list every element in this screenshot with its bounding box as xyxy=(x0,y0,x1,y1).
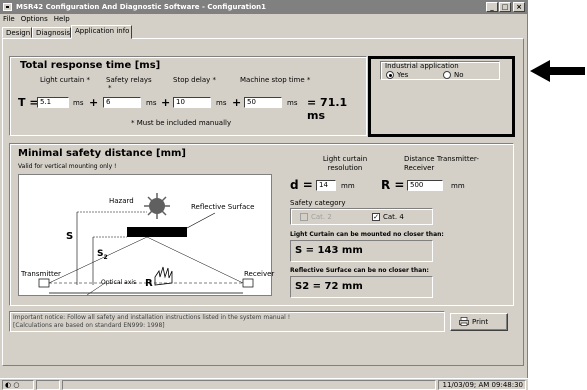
curtain-note: Light Curtain can be mounted no closer t… xyxy=(290,231,444,238)
industrial-group: Industrial application Yes No xyxy=(380,61,500,80)
menu-file[interactable]: File xyxy=(0,14,18,25)
tab-content: Total response time [ms] Light curtain *… xyxy=(2,38,524,366)
hazard-icon xyxy=(144,193,170,219)
app-icon xyxy=(3,3,12,11)
plus-sign-2: + xyxy=(161,96,171,109)
stop-delay-input[interactable]: 10 xyxy=(173,97,211,108)
response-time-title: Total response time [ms] xyxy=(20,60,161,71)
reflective-pointer xyxy=(186,212,216,229)
notice-box: Important notice: Follow all safety and … xyxy=(9,311,445,332)
maximize-button[interactable]: □ xyxy=(499,2,511,12)
unit-ms-2: ms xyxy=(146,99,157,107)
reflective-surface-bar xyxy=(127,227,187,237)
menu-help[interactable]: Help xyxy=(51,14,73,25)
category-label: Safety category xyxy=(290,199,346,207)
stop-delay-label: Stop delay * xyxy=(173,76,216,84)
receiver-label: Receiver xyxy=(244,270,275,278)
menu-bar: File Options Help xyxy=(0,14,528,25)
category-group: Cat. 2 ✓ Cat. 4 xyxy=(290,208,433,225)
minimize-button[interactable]: _ xyxy=(486,2,498,12)
r-symbol: R xyxy=(145,278,153,289)
radio-no[interactable] xyxy=(443,71,451,79)
s-symbol: S xyxy=(66,231,74,242)
safety-relays-input[interactable]: 6 xyxy=(103,97,141,108)
notice-line-2: [Calculations are based on standard EN99… xyxy=(13,322,165,329)
valid-note: Valid for vertical mounting only ! xyxy=(18,163,117,170)
printer-icon xyxy=(459,317,469,326)
tab-design[interactable]: Design xyxy=(2,27,32,38)
cat4-checkbox[interactable]: ✓ xyxy=(372,213,380,221)
tab-diagnosis[interactable]: Diagnosis xyxy=(32,27,71,38)
optical-axis-label: Optical axis xyxy=(101,279,137,286)
reflective-note: Reflective Surface can be no closer than… xyxy=(290,267,429,274)
title-bar[interactable]: MSR42 Configuration And Diagnostic Softw… xyxy=(0,0,528,14)
footnote: * Must be included manually xyxy=(131,119,232,127)
print-button[interactable]: Print xyxy=(450,313,508,331)
industrial-highlight-frame: Industrial application Yes No xyxy=(368,56,515,137)
r-label: R = xyxy=(381,178,405,192)
status-indicator: ◐ ○ xyxy=(2,380,34,390)
radio-yes-label: Yes xyxy=(397,71,409,79)
plus-sign-1: + xyxy=(89,96,99,109)
callout-arrow-icon xyxy=(530,60,586,82)
resolution-input[interactable]: 14 xyxy=(316,180,336,191)
cat4-label: Cat. 4 xyxy=(383,213,404,221)
status-bar: ◐ ○ 11/03/09; AM 09:48:30 xyxy=(0,378,528,390)
status-datetime: 11/03/09; AM 09:48:30 xyxy=(438,380,526,390)
close-button[interactable]: × xyxy=(513,2,525,12)
window-title: MSR42 Configuration And Diagnostic Softw… xyxy=(16,3,267,11)
plus-sign-3: + xyxy=(232,96,242,109)
safety-relays-label: Safety relays xyxy=(106,76,152,84)
distance-label: Distance Transmitter-Receiver xyxy=(404,155,479,172)
cat2-checkbox[interactable] xyxy=(300,213,308,221)
distance-input[interactable]: 500 xyxy=(407,180,443,191)
s2-symbol: S2 xyxy=(97,249,108,261)
hazard-label: Hazard xyxy=(109,197,134,205)
radio-yes[interactable] xyxy=(386,71,394,79)
cat2-label: Cat. 2 xyxy=(311,213,332,221)
status-icon: ◐ ○ xyxy=(5,381,20,389)
reflective-result: S2 = 72 mm xyxy=(290,276,433,298)
tab-application-info[interactable]: Application info xyxy=(71,25,132,39)
app-window: MSR42 Configuration And Diagnostic Softw… xyxy=(0,0,528,390)
safety-diagram: Hazard Reflective Surface Transmitter Re… xyxy=(18,174,275,296)
response-time-panel: Total response time [ms] Light curtain *… xyxy=(9,56,367,136)
transmitter-label: Transmitter xyxy=(21,270,61,278)
d-label: d = xyxy=(290,178,313,192)
light-curtain-label: Light curtain * xyxy=(40,76,90,84)
unit-ms-1: ms xyxy=(73,99,84,107)
machine-stop-label: Machine stop time * xyxy=(240,76,311,84)
transmitter-box xyxy=(38,278,50,288)
status-cell-2 xyxy=(36,380,60,390)
notice-line-1: Important notice: Follow all safety and … xyxy=(13,314,291,321)
radio-no-label: No xyxy=(454,71,464,79)
print-label: Print xyxy=(472,318,489,326)
light-curtain-input[interactable]: 5.1 xyxy=(37,97,69,108)
unit-ms-4: ms xyxy=(287,99,298,107)
industrial-legend: Industrial application xyxy=(385,62,459,70)
unit-mm-1: mm xyxy=(341,182,355,190)
curtain-result: S = 143 mm xyxy=(290,240,433,262)
response-result: = 71.1 ms xyxy=(307,96,348,122)
safety-distance-panel: Minimal safety distance [mm] Valid for v… xyxy=(9,143,514,306)
t-label: T = xyxy=(18,96,39,109)
resolution-label: Light curtain resolution xyxy=(322,155,368,172)
unit-mm-2: mm xyxy=(451,182,465,190)
safety-distance-title: Minimal safety distance [mm] xyxy=(18,148,186,159)
machine-stop-input[interactable]: 50 xyxy=(244,97,282,108)
reflective-label: Reflective Surface xyxy=(191,203,255,211)
receiver-box xyxy=(242,278,254,288)
hand-icon xyxy=(154,266,173,286)
status-cell-3 xyxy=(62,380,436,390)
safety-relays-asterisk: * xyxy=(108,84,112,92)
unit-ms-3: ms xyxy=(216,99,227,107)
menu-options[interactable]: Options xyxy=(18,14,51,25)
